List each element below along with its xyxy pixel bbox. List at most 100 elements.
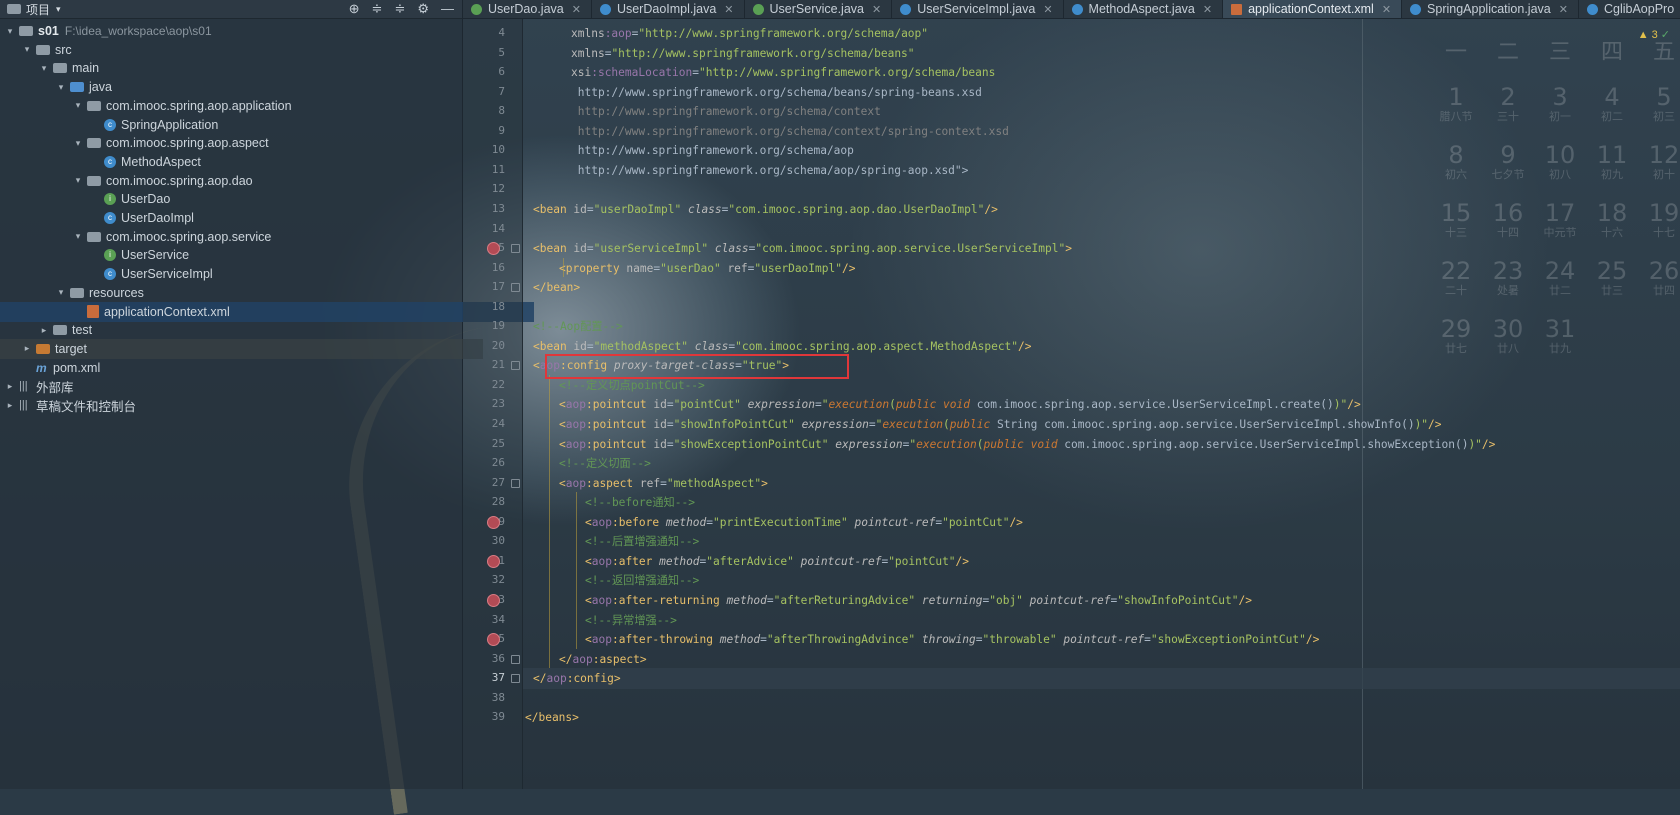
code-line[interactable]: http://www.springframework.org/schema/co… (523, 121, 1680, 142)
expand-arrow-icon[interactable]: ▾ (55, 82, 67, 93)
code-line[interactable]: <aop:after-throwing method="afterThrowin… (523, 629, 1680, 650)
code-line[interactable]: http://www.springframework.org/schema/ao… (523, 140, 1680, 161)
code-line[interactable] (523, 219, 1680, 240)
code-line[interactable]: http://www.springframework.org/schema/co… (523, 101, 1680, 122)
toolbar-icon-2[interactable]: ≑ (394, 1, 405, 17)
code-line[interactable]: <!--异常增强--> (523, 610, 1680, 631)
aop-advice-gutter-icon[interactable] (487, 515, 500, 529)
toolbar-icon-3[interactable]: ⚙ (417, 1, 429, 17)
expand-arrow-icon[interactable]: ▾ (21, 44, 33, 55)
expand-arrow-icon[interactable]: ▾ (72, 138, 84, 149)
toolbar-icon-4[interactable]: — (441, 1, 454, 17)
code-line[interactable]: xsi:schemaLocation="http://www.springfra… (523, 62, 1680, 83)
tab-methodaspectjava[interactable]: MethodAspect.java ✕ (1064, 0, 1224, 18)
tree-item[interactable]: ▾ main (0, 58, 500, 78)
tab-userserviceimpljava[interactable]: UserServiceImpl.java ✕ (892, 0, 1064, 18)
expand-arrow-icon[interactable]: ▾ (72, 100, 84, 111)
close-icon[interactable]: ✕ (1382, 3, 1391, 16)
aop-advice-gutter-icon[interactable] (487, 554, 500, 568)
code-line[interactable] (523, 179, 1680, 200)
tree-item[interactable]: ▸ test (0, 320, 500, 340)
code-line[interactable]: http://www.springframework.org/schema/ao… (523, 160, 1680, 181)
tree-item[interactable]: ▾ com.imooc.spring.aop.dao (0, 171, 534, 191)
fold-marker-icon[interactable] (511, 654, 520, 664)
code-line[interactable]: <!--后置增强通知--> (523, 531, 1680, 552)
tab-applicationcontextxml[interactable]: applicationContext.xml ✕ (1223, 0, 1403, 18)
tree-item[interactable]: ▾ s01 F:\idea_workspace\aop\s01 (0, 21, 466, 41)
toolbar-icon-0[interactable]: ⊕ (349, 1, 360, 17)
code-line[interactable]: <aop:after method="afterAdvice" pointcut… (523, 551, 1680, 572)
tree-item[interactable]: ▸ target (0, 338, 483, 359)
tree-item[interactable]: ▾ src (0, 40, 483, 60)
code-line[interactable]: </bean> (523, 277, 1680, 298)
code-line[interactable]: <bean id="userServiceImpl" class="com.im… (523, 238, 1680, 259)
code-line[interactable] (523, 688, 1680, 709)
expand-arrow-icon[interactable]: ▾ (72, 231, 84, 242)
code-line[interactable]: <!--Aop配置--> (523, 316, 1680, 337)
close-icon[interactable]: ✕ (1203, 3, 1212, 16)
tree-item[interactable]: ▾ com.imooc.spring.aop.aspect (0, 133, 534, 153)
aop-advice-gutter-icon[interactable] (487, 242, 500, 256)
collapse-arrow-icon[interactable]: ▸ (4, 381, 16, 392)
collapse-arrow-icon[interactable]: ▸ (4, 400, 16, 411)
code-line[interactable]: </aop:aspect> (523, 649, 1680, 670)
tree-item[interactable]: m pom.xml (0, 358, 483, 378)
tree-item-label: com.imooc.spring.aop.service (106, 229, 272, 244)
collapse-arrow-icon[interactable]: ▸ (21, 343, 33, 354)
code-line[interactable]: <aop:pointcut id="pointCut" expression="… (523, 394, 1680, 415)
fold-marker-icon[interactable] (511, 361, 520, 371)
code-line[interactable] (523, 297, 1680, 318)
code-token: "afterReturingAdvice" (773, 593, 916, 607)
code-line[interactable]: <property name="userDao" ref="userDaoImp… (523, 258, 1680, 279)
code-line[interactable]: <aop:after-returning method="afterReturi… (523, 590, 1680, 611)
tab-springapplicationjava[interactable]: SpringApplication.java ✕ (1402, 0, 1579, 18)
code-line[interactable]: <aop:before method="printExecutionTime" … (523, 512, 1680, 533)
aop-advice-gutter-icon[interactable] (487, 593, 500, 607)
tree-item[interactable]: ▾ com.imooc.spring.aop.service (0, 227, 534, 247)
tab-userservicejava[interactable]: UserService.java ✕ (745, 0, 893, 18)
code-line[interactable]: <!--定义切面--> (523, 453, 1680, 474)
tree-item[interactable]: ▾ resources (0, 283, 517, 303)
code-line[interactable]: <!--before通知--> (523, 492, 1680, 513)
tree-item[interactable]: ▾ com.imooc.spring.aop.application (0, 96, 534, 116)
code-line[interactable]: </beans> (523, 707, 1680, 728)
aop-advice-gutter-icon[interactable] (487, 633, 500, 647)
close-icon[interactable]: ✕ (724, 3, 733, 16)
code-line[interactable]: xmlns="http://www.springframework.org/sc… (523, 43, 1680, 64)
close-icon[interactable]: ✕ (572, 3, 581, 16)
fold-marker-icon[interactable] (511, 244, 520, 254)
tree-item[interactable]: ▸ ||| 外部库 (0, 376, 466, 396)
code-line[interactable]: </aop:config> (523, 668, 1680, 690)
dropdown-icon[interactable]: ▾ (56, 4, 61, 15)
code-line[interactable]: <aop:aspect ref="methodAspect"> (523, 473, 1680, 494)
expand-arrow-icon[interactable]: ▾ (38, 63, 50, 74)
code-line[interactable]: <aop:pointcut id="showInfoPointCut" expr… (523, 414, 1680, 435)
expand-arrow-icon[interactable]: ▾ (72, 175, 84, 186)
expand-arrow-icon[interactable]: ▾ (55, 287, 67, 298)
collapse-arrow-icon[interactable]: ▸ (38, 325, 50, 336)
code-line[interactable]: xmlns:aop="http://www.springframework.or… (523, 23, 1680, 44)
project-panel-title[interactable]: 项目 (26, 1, 50, 18)
tree-item[interactable]: applicationContext.xml (0, 301, 534, 322)
tab-userdaojava[interactable]: UserDao.java ✕ (463, 0, 592, 18)
toolbar-icon-1[interactable]: ≑ (372, 1, 383, 17)
code-editor[interactable]: xmlns:aop="http://www.springframework.or… (523, 19, 1680, 789)
close-icon[interactable]: ✕ (1559, 3, 1568, 16)
fold-marker-icon[interactable] (511, 674, 520, 684)
tab-cglibaoppro[interactable]: CglibAopPro (1579, 0, 1680, 18)
fold-marker-icon[interactable] (511, 283, 520, 293)
tab-userdaoimpljava[interactable]: UserDaoImpl.java ✕ (592, 0, 745, 18)
inspection-widget[interactable]: ▲ 3 ✓ (1638, 28, 1670, 41)
code-token: = (660, 476, 667, 490)
expand-arrow-icon[interactable]: ▾ (4, 26, 16, 37)
fold-marker-icon[interactable] (511, 478, 520, 488)
code-line[interactable]: <aop:pointcut id="showExceptionPointCut"… (523, 434, 1680, 455)
code-line[interactable]: http://www.springframework.org/schema/be… (523, 82, 1680, 103)
code-line[interactable]: <!--返回增强通知--> (523, 570, 1680, 591)
tree-item[interactable]: ▾ java (0, 77, 517, 97)
code-line[interactable]: <bean id="userDaoImpl" class="com.imooc.… (523, 199, 1680, 220)
tree-item[interactable]: ▸ ||| 草稿文件和控制台 (0, 395, 466, 415)
close-icon[interactable]: ✕ (872, 3, 881, 16)
close-icon[interactable]: ✕ (1043, 3, 1052, 16)
code-token: http://www.springframework.org/schema/co… (571, 124, 1009, 138)
